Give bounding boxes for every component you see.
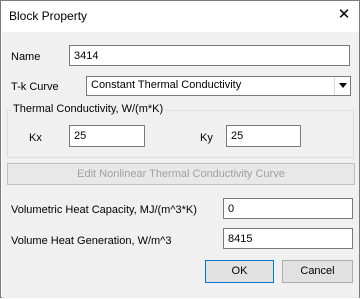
ok-button[interactable]: OK — [205, 260, 274, 283]
thermal-conductivity-group — [7, 110, 354, 158]
ky-label: Ky — [200, 132, 213, 144]
heat-capacity-input[interactable] — [223, 198, 353, 219]
dropdown-arrow-icon[interactable] — [334, 77, 350, 95]
cancel-button[interactable]: Cancel — [282, 260, 353, 283]
heat-capacity-label: Volumetric Heat Capacity, MJ/(m^3*K) — [11, 204, 197, 216]
dialog-title: Block Property — [9, 9, 88, 23]
heat-generation-input[interactable] — [223, 228, 353, 249]
kx-input[interactable] — [69, 125, 145, 147]
heat-generation-label: Volume Heat Generation, W/m^3 — [11, 235, 172, 247]
tk-curve-selected: Constant Thermal Conductivity — [91, 79, 242, 91]
name-label: Name — [11, 51, 41, 63]
tk-curve-select[interactable]: Constant Thermal Conductivity — [86, 76, 351, 96]
dialog-body: Name T-k Curve Constant Thermal Conducti… — [2, 32, 359, 298]
title-bar: Block Property ✕ — [1, 1, 359, 31]
close-icon[interactable]: ✕ — [335, 6, 353, 24]
block-property-dialog: Block Property ✕ Name T-k Curve Constant… — [0, 0, 360, 298]
ky-input[interactable] — [226, 125, 301, 147]
kx-label: Kx — [29, 132, 42, 144]
name-input[interactable] — [69, 45, 350, 66]
edit-nonlinear-curve-button[interactable]: Edit Nonlinear Thermal Conductivity Curv… — [7, 163, 355, 185]
thermal-conductivity-group-title: Thermal Conductivity, W/(m*K) — [11, 103, 166, 115]
tk-curve-label: T-k Curve — [11, 81, 59, 93]
